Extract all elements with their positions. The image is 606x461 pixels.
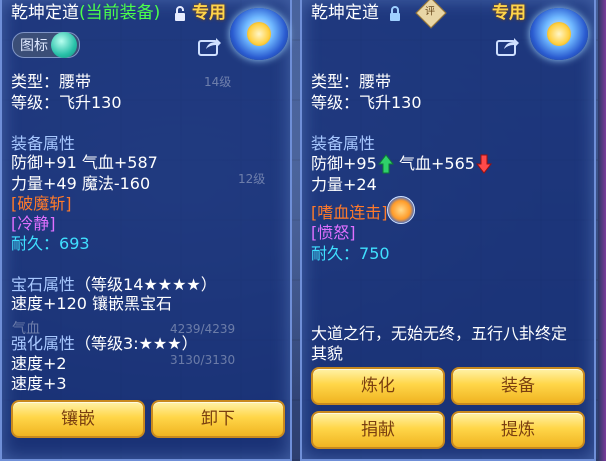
equip-button[interactable]: 装备	[451, 367, 585, 405]
type-line: 类型：腰带	[311, 72, 392, 91]
durability-value: 693	[59, 234, 90, 253]
enhance-line-1: 速度+2	[11, 354, 67, 373]
side-edge-decoration	[598, 0, 606, 461]
inlay-button[interactable]: 镶嵌	[11, 400, 145, 438]
enhance-header: 强化属性	[11, 334, 76, 353]
equipment-portrait	[530, 8, 588, 60]
lock-icon	[390, 6, 400, 21]
special-skill: [破魔斩]	[11, 194, 72, 213]
gem-header: 宝石属性	[11, 275, 76, 294]
arrow-down-icon	[476, 154, 492, 174]
toggle-knob	[51, 32, 77, 58]
gem-line: 速度+120 镶嵌黑宝石	[11, 294, 173, 313]
donate-button[interactable]: 捐献	[311, 411, 445, 449]
durability: 耐久：750	[311, 244, 390, 264]
attr-header: 装备属性	[11, 134, 76, 153]
gem-level: （等级14★★★★）	[75, 275, 217, 294]
bg-slot-level-12: 12级	[238, 172, 266, 186]
attr-line-2: 力量+24	[311, 175, 377, 194]
enhance-level: （等级3:★★★）	[75, 334, 198, 353]
durability: 耐久：693	[11, 234, 90, 254]
refine-button[interactable]: 炼化	[311, 367, 445, 405]
current-equip-tag: (当前装备)	[79, 3, 161, 23]
durability-label: 耐久：	[11, 234, 60, 253]
item-name: 乾坤定道	[11, 3, 79, 23]
level-line: 等级：飞升130	[11, 93, 122, 112]
level-line: 等级：飞升130	[311, 93, 422, 112]
icon-toggle[interactable]: 图标	[12, 32, 80, 58]
equipment-portrait	[230, 8, 288, 60]
arrow-up-icon	[378, 154, 394, 174]
enhance-attr: 强化属性（等级3:★★★）	[11, 334, 198, 354]
lock-icon	[175, 6, 185, 21]
gem-attr: 宝石属性（等级14★★★★）	[11, 275, 217, 295]
special-effect: [愤怒]	[311, 223, 356, 242]
description-line-2: 其貌	[311, 344, 344, 363]
durability-value: 750	[359, 244, 390, 263]
left-equipment-panel: 14级 12级 气血 4239/4239 3130/3130 乾坤定道(当前装备…	[0, 0, 292, 461]
special-label: 专用	[492, 3, 526, 23]
enhance-line-2: 速度+3	[11, 374, 67, 393]
attr-line-2: 力量+49 魔法-160	[11, 174, 151, 193]
bg-mp-value: 3130/3130	[170, 353, 236, 367]
attr-line-1: 防御+91 气血+587	[11, 153, 158, 172]
bg-slot-level-14: 14级	[204, 75, 232, 89]
durability-label: 耐久：	[311, 244, 360, 263]
share-icon[interactable]	[496, 36, 520, 56]
attr-header: 装备属性	[311, 134, 376, 153]
right-equipment-panel: 乾坤定道 专用 类型：腰带 等级：飞升130 装备属性 防御+95 气血+565…	[300, 0, 596, 461]
share-icon[interactable]	[198, 36, 222, 56]
special-effect: [冷静]	[11, 214, 56, 233]
item-title: 乾坤定道	[311, 3, 379, 23]
unequip-button[interactable]: 卸下	[151, 400, 285, 438]
type-line: 类型：腰带	[11, 72, 92, 91]
attr-line-1a: 防御+95	[311, 154, 377, 173]
special-label: 专用	[192, 3, 226, 23]
skill-icon[interactable]	[387, 196, 415, 224]
extract-button[interactable]: 提炼	[451, 411, 585, 449]
item-title: 乾坤定道(当前装备)	[11, 3, 160, 23]
attr-line-1b: 气血+565	[399, 154, 475, 173]
description-line-1: 大道之行，无始无终，五行八卦终定	[311, 324, 568, 343]
special-skill: [嗜血连击]	[311, 203, 388, 222]
icon-toggle-label: 图标	[20, 38, 48, 54]
rating-badge-text: 评	[424, 6, 435, 18]
